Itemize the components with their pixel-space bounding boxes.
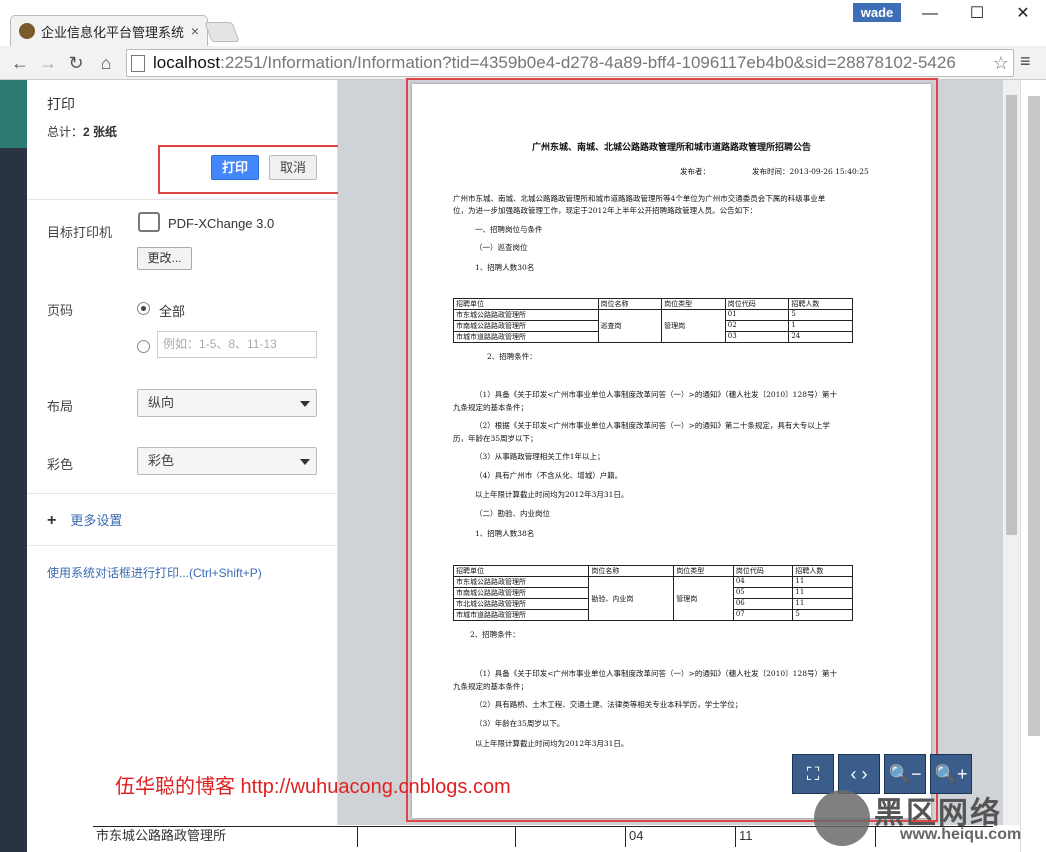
print-total: 总计：2 张纸 <box>47 125 118 139</box>
tab-close-icon[interactable]: × <box>191 23 199 39</box>
system-dialog-link[interactable]: 使用系统对话框进行打印...(Ctrl+Shift+P) <box>47 564 262 581</box>
url-text: localhost:2251/Information/Information?t… <box>153 53 956 72</box>
pages-all-radio[interactable] <box>137 302 150 315</box>
destination-label: 目标打印机 <box>47 225 113 240</box>
printer-name: PDF-XChange 3.0 <box>168 216 275 231</box>
change-printer-button[interactable]: 更改... <box>137 247 192 270</box>
pages-input[interactable]: 例如：1-5、8、11-13 <box>157 331 317 358</box>
browser-toolbar: ← → ↻ ⌂ localhost:2251/Information/Infor… <box>0 46 1046 80</box>
table-cell: 市东城公路路政管理所 <box>93 827 358 847</box>
pages-custom-radio[interactable] <box>137 340 150 353</box>
page-scrollbar[interactable] <box>1020 80 1046 852</box>
browser-menu-icon[interactable]: ≡ <box>1020 51 1031 72</box>
browser-tab[interactable]: 企业信息化平台管理系统 × <box>10 15 208 46</box>
back-icon[interactable]: ← <box>8 51 32 75</box>
highlight-box-preview <box>406 78 938 822</box>
bookmark-star-icon[interactable]: ☆ <box>993 53 1009 74</box>
divider <box>27 545 338 546</box>
address-bar[interactable]: localhost:2251/Information/Information?t… <box>126 49 1014 77</box>
table-cell: 04 <box>626 827 736 847</box>
maximize-icon[interactable]: ☐ <box>962 4 992 24</box>
app-sidebar-background <box>0 80 27 852</box>
tab-title: 企业信息化平台管理系统 <box>41 24 185 40</box>
layout-label: 布局 <box>47 399 74 414</box>
pages-all-label: 全部 <box>159 304 186 319</box>
new-tab-button[interactable] <box>204 22 240 42</box>
print-title: 打印 <box>47 96 75 112</box>
page-icon <box>131 54 145 72</box>
table-cell <box>358 827 516 847</box>
layout-select[interactable]: 纵向 <box>137 389 317 417</box>
site-favicon-icon <box>19 23 35 39</box>
table-cell <box>516 827 626 847</box>
window-close-icon[interactable]: ✕ <box>1008 4 1038 24</box>
logo-site: www.heiqu.com <box>900 826 1022 843</box>
divider <box>27 199 338 200</box>
blog-watermark: 伍华聪的博客 http://wuhuacong.cnblogs.com <box>115 776 511 798</box>
home-icon[interactable]: ⌂ <box>94 51 118 75</box>
site-logo: 黑区网络 www.heiqu.com <box>812 788 1042 848</box>
minimize-icon[interactable]: — <box>915 4 945 24</box>
pages-label: 页码 <box>47 303 74 318</box>
color-label: 彩色 <box>47 457 74 472</box>
divider <box>27 493 338 494</box>
more-settings-link[interactable]: + 更多设置 <box>47 510 122 530</box>
user-badge[interactable]: wade <box>853 3 901 22</box>
plus-icon: + <box>47 512 57 529</box>
reload-icon[interactable]: ↻ <box>64 51 88 75</box>
cancel-button[interactable]: 取消 <box>269 155 317 180</box>
print-button[interactable]: 打印 <box>211 155 259 180</box>
preview-scrollbar[interactable] <box>1003 80 1020 825</box>
color-select[interactable]: 彩色 <box>137 447 317 475</box>
browser-titlebar: 企业信息化平台管理系统 × wade — ☐ ✕ <box>0 0 1046 46</box>
logo-icon <box>814 790 870 846</box>
forward-icon[interactable]: → <box>36 51 60 75</box>
printer-icon <box>138 212 160 232</box>
